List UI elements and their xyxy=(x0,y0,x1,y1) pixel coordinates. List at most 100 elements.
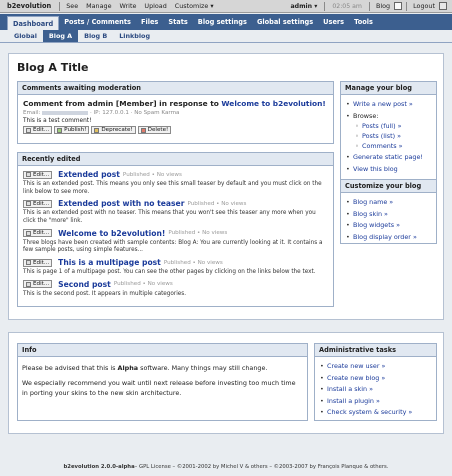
menu-manage[interactable]: Manage xyxy=(82,2,115,10)
post-title-link[interactable]: Extended post with no teaser xyxy=(58,199,184,208)
tab-posts-comments[interactable]: Posts / Comments xyxy=(59,17,136,30)
admin-item: Install a skin » xyxy=(319,385,432,393)
comments-heading: Comments awaiting moderation xyxy=(18,82,333,95)
divider xyxy=(406,1,408,11)
delete-icon xyxy=(140,127,146,133)
customize-item: Blog skin » xyxy=(345,210,432,218)
post-title-link[interactable]: Second post xyxy=(58,280,111,289)
edit-post-button[interactable]: Edit... xyxy=(23,170,53,179)
tab-files[interactable]: Files xyxy=(136,17,163,30)
logout-link[interactable]: Logout xyxy=(409,2,439,10)
generate-static-link[interactable]: Generate static page! xyxy=(353,153,423,161)
edit-post-button[interactable]: Edit... xyxy=(23,229,53,238)
post-excerpt: This is an extended post with no teaser.… xyxy=(23,210,316,225)
deprecate-icon xyxy=(94,127,100,133)
recent-heading: Recently edited xyxy=(18,153,333,166)
comment-post-link[interactable]: Welcome to b2evolution! xyxy=(221,99,325,108)
dashboard-panel: Blog A Title Comments awaiting moderatio… xyxy=(8,53,444,320)
tab-tools[interactable]: Tools xyxy=(349,17,378,30)
view-blog-link[interactable]: View this blog xyxy=(353,165,398,173)
post-meta: Published • No views xyxy=(187,200,247,207)
blog-skin-link[interactable]: Blog skin » xyxy=(353,210,388,218)
customize-heading: Customize your blog xyxy=(341,180,436,193)
publish-button[interactable]: Publish! xyxy=(54,126,90,134)
edit-icon xyxy=(26,201,31,207)
admin-tasks-box: Administrative tasks Create new user » C… xyxy=(314,343,437,421)
view-blog-item: View this blog xyxy=(345,165,432,173)
footer-license: – GPL License – ©2001-2002 by Michel V &… xyxy=(134,464,389,470)
main-tabs: Dashboard Posts / Comments Files Stats B… xyxy=(0,14,452,30)
posts-list-link[interactable]: Posts (list) » xyxy=(362,132,401,140)
close-icon[interactable] xyxy=(439,2,447,10)
blog-link[interactable]: Blog xyxy=(372,2,394,10)
subtab-global[interactable]: Global xyxy=(8,32,43,42)
post-meta: Published • No views xyxy=(168,230,228,237)
top-menu-bar: b2evolution See Manage Write Upload Cust… xyxy=(0,0,452,13)
edit-post-button[interactable]: Edit... xyxy=(23,280,53,289)
user-menu[interactable]: admin ▾ xyxy=(286,3,323,10)
check-system-link[interactable]: Check system & security » xyxy=(327,408,412,416)
deprecate-button[interactable]: Deprecate! xyxy=(91,126,136,134)
recently-edited-box: Recently edited Edit... Extended post Pu… xyxy=(17,152,334,307)
manage-heading: Manage your blog xyxy=(341,82,436,95)
divider xyxy=(59,1,61,11)
post-excerpt: This is the second post. It appears in m… xyxy=(23,290,187,297)
subtab-linkblog[interactable]: Linkblog xyxy=(113,32,156,42)
install-skin-link[interactable]: Install a skin » xyxy=(327,385,373,393)
comments-box: Comments awaiting moderation Comment fro… xyxy=(17,81,334,144)
admin-item: Check system & security » xyxy=(319,408,432,416)
tab-users[interactable]: Users xyxy=(318,17,349,30)
blog-icon[interactable] xyxy=(394,2,403,10)
info-recommendation: We especially recommend you wait until n… xyxy=(22,379,296,397)
edit-post-button[interactable]: Edit... xyxy=(23,258,53,267)
post-excerpt: Three blogs have been created with sampl… xyxy=(23,239,323,254)
info-alpha-notice: Please be advised that this is Alpha sof… xyxy=(22,364,268,372)
edit-icon xyxy=(26,260,31,266)
delete-button[interactable]: Delete! xyxy=(137,126,172,134)
comment-meta: Email: · IP: 127.0.0.1 · No Spam Karma xyxy=(23,110,180,116)
create-user-link[interactable]: Create new user » xyxy=(327,362,385,370)
publish-icon xyxy=(57,127,63,133)
write-post-link[interactable]: Write a new post » xyxy=(353,100,413,108)
tab-blog-settings[interactable]: Blog settings xyxy=(193,17,252,30)
tab-stats[interactable]: Stats xyxy=(163,17,192,30)
info-heading: Info xyxy=(18,344,307,357)
footer-version: b2evolution 2.0.0-alpha xyxy=(63,464,135,470)
edit-icon xyxy=(26,172,31,177)
edit-icon xyxy=(26,281,31,287)
tab-global-settings[interactable]: Global settings xyxy=(252,17,318,30)
customize-item: Blog name » xyxy=(345,198,432,206)
posts-full-link[interactable]: Posts (full) » xyxy=(362,122,402,130)
admin-item: Create new blog » xyxy=(319,374,432,382)
browse-sub-item: Posts (list) » xyxy=(354,132,432,140)
blog-name-link[interactable]: Blog name » xyxy=(353,198,393,206)
menu-upload[interactable]: Upload xyxy=(140,2,170,10)
post-title-link[interactable]: This is a multipage post xyxy=(58,258,161,267)
list-item: Edit... Extended post with no teaser Pub… xyxy=(23,199,328,225)
menu-see[interactable]: See xyxy=(62,2,82,10)
edit-post-button[interactable]: Edit... xyxy=(23,199,53,208)
post-meta: Published • No views xyxy=(163,259,223,266)
blog-widgets-link[interactable]: Blog widgets » xyxy=(353,221,400,229)
menu-write[interactable]: Write xyxy=(116,2,141,10)
tab-dashboard[interactable]: Dashboard xyxy=(7,16,60,30)
post-title-link[interactable]: Extended post xyxy=(58,170,120,179)
info-panel: Info Please be advised that this is Alph… xyxy=(8,332,444,434)
blog-display-order-link[interactable]: Blog display order » xyxy=(353,233,417,241)
admin-heading: Administrative tasks xyxy=(315,344,436,357)
subtab-blog-b[interactable]: Blog B xyxy=(78,32,113,42)
comments-link[interactable]: Comments » xyxy=(362,142,403,150)
menu-customize[interactable]: Customize ▾ xyxy=(171,2,218,10)
create-blog-link[interactable]: Create new blog » xyxy=(327,374,385,382)
edit-icon xyxy=(26,230,31,236)
edit-comment-button[interactable]: Edit... xyxy=(23,126,53,134)
list-item: Edit... Extended post Published • No vie… xyxy=(23,170,328,196)
comment-text: This is a test comment! xyxy=(23,118,92,124)
brand-menu[interactable]: b2evolution xyxy=(0,2,57,10)
browse-sub-item: Posts (full) » xyxy=(354,122,432,130)
post-title-link[interactable]: Welcome to b2evolution! xyxy=(58,229,165,238)
install-plugin-link[interactable]: Install a plugin » xyxy=(327,397,380,405)
subtab-blog-a[interactable]: Blog A xyxy=(42,30,79,42)
post-excerpt: This is page 1 of a multipage post. You … xyxy=(23,269,316,276)
blog-tabs: Global Blog A Blog B Linkblog xyxy=(0,30,452,43)
